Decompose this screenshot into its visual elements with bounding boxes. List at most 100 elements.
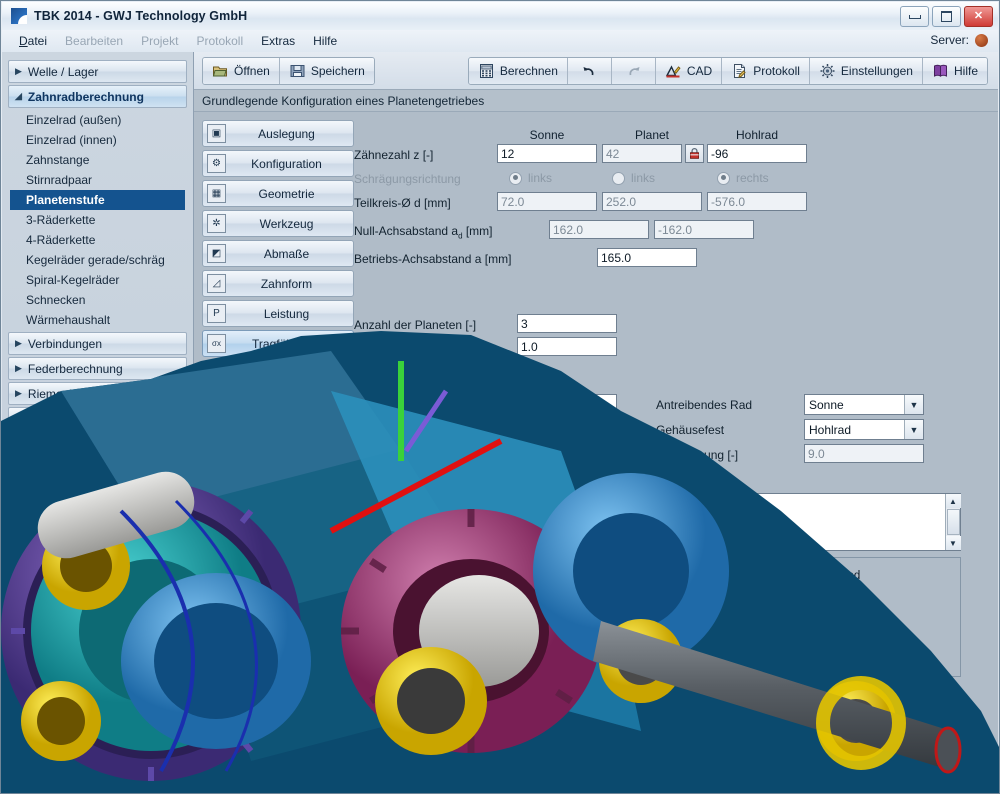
minimize-button[interactable] xyxy=(900,6,929,27)
fixed-member-label: Gehäusefest xyxy=(656,423,724,437)
results-integral-blitz-sonne-planet: 6.005 / 201.4 xyxy=(552,663,619,675)
helix-direction-hohlrad-radio[interactable]: rechts xyxy=(717,171,769,185)
geometry-grid-icon: ▦ xyxy=(207,184,226,203)
sidebar-item-zahnstange[interactable]: Zahnstange xyxy=(8,150,187,170)
sidebar-item-kegelraeder[interactable]: Kegelräder gerade/schräg xyxy=(8,250,187,270)
chevron-down-icon[interactable]: ▼ xyxy=(904,395,923,414)
menu-item-protokoll[interactable]: Protokoll xyxy=(187,32,252,50)
chevron-down-icon[interactable]: ▼ xyxy=(904,420,923,439)
maximize-button[interactable] xyxy=(932,6,961,27)
toolbar-group-actions: Berechnen xyxy=(468,57,988,85)
driving-wheel-value: Sonne xyxy=(809,398,844,412)
close-icon: ✕ xyxy=(974,11,983,22)
teeth-count-hohlrad-input[interactable]: -96 xyxy=(707,144,807,163)
tab-abmasse[interactable]: ◩ Abmaße xyxy=(202,240,354,267)
calculate-button[interactable]: Berechnen xyxy=(469,58,568,84)
chevron-right-icon: ▶ xyxy=(15,66,22,77)
help-button[interactable]: Hilfe xyxy=(923,58,987,84)
label-part: [°] xyxy=(445,423,460,437)
pitch-diameter-hohlrad-input[interactable]: -576.0 xyxy=(707,192,807,211)
window-controls: ✕ xyxy=(900,6,993,27)
scrollbar-thumb[interactable] xyxy=(947,509,960,535)
ratio-input[interactable]: 9.0 xyxy=(804,444,924,463)
sidebar-group-label: Welle / Lager xyxy=(28,65,98,79)
tab-konfiguration[interactable]: ⚙ Konfiguration xyxy=(202,150,354,177)
output-scrollbar[interactable]: ▲ ▼ xyxy=(945,494,960,550)
sidebar-group-welle-lager[interactable]: ▶ Welle / Lager xyxy=(8,60,187,83)
save-button[interactable]: Speichern xyxy=(280,58,374,84)
pitch-diameter-sonne-input[interactable]: 72.0 xyxy=(497,192,597,211)
sidebar-item-waermehaushalt[interactable]: Wärmehaushalt xyxy=(8,310,187,330)
protocol-button[interactable]: Protokoll xyxy=(722,58,810,84)
zero-center-distance-input-1[interactable]: 162.0 xyxy=(549,220,649,239)
sidebar-group-verbindungen[interactable]: ▶ Verbindungen xyxy=(8,332,187,355)
cad-button[interactable]: CAD xyxy=(656,58,722,84)
zero-center-distance-input-2[interactable]: -162.0 xyxy=(654,220,754,239)
tool-icon: ✲ xyxy=(207,214,226,233)
sidebar-item-planetenstufe[interactable]: Planetenstufe xyxy=(10,190,185,210)
tab-leistung[interactable]: P Leistung xyxy=(202,300,354,327)
output-listbox[interactable]: ▲ ▼ xyxy=(401,493,961,551)
teeth-count-lock-button[interactable] xyxy=(685,144,704,163)
radio-indicator-icon xyxy=(612,172,625,185)
close-button[interactable]: ✕ xyxy=(964,6,993,27)
menu-item-datei[interactable]: DDateiatei xyxy=(10,32,56,50)
sidebar-item-stirnradpaar[interactable]: Stirnradpaar xyxy=(8,170,187,190)
work-area: Öffnen Speichern xyxy=(194,52,998,793)
driving-wheel-select[interactable]: Sonne ▼ xyxy=(804,394,924,415)
helix-direction-label: Schrägungsrichtung xyxy=(354,172,461,186)
operating-center-distance-input[interactable]: 165.0 xyxy=(597,248,697,267)
undo-button[interactable] xyxy=(568,58,612,84)
menu-item-extras[interactable]: Extras xyxy=(252,32,304,50)
tab-geometrie[interactable]: ▦ Geometrie xyxy=(202,180,354,207)
maximize-icon xyxy=(941,11,952,22)
normal-module-input[interactable]: 6.0 xyxy=(517,394,617,413)
label-part: [mm] xyxy=(443,398,473,412)
tab-label: Abmaße xyxy=(226,247,353,261)
sidebar-item-4-raederkette[interactable]: 4-Räderkette xyxy=(8,230,187,250)
teeth-count-planet-input[interactable]: 42 xyxy=(602,144,682,163)
results-pairing-label: Sonne - Planet xyxy=(562,640,638,652)
helix-direction-sonne-radio[interactable]: links xyxy=(509,171,552,185)
tab-label: Auslegung xyxy=(226,127,353,141)
tab-tragfaehigkeit[interactable]: σx Tragfähigkeit xyxy=(202,330,354,357)
sidebar-item-schnecken[interactable]: Schnecken xyxy=(8,290,187,310)
pitch-diameter-planet-input[interactable]: 252.0 xyxy=(602,192,702,211)
sidebar-item-einzelrad-innen[interactable]: Einzelrad (innen) xyxy=(8,130,187,150)
radio-indicator-icon xyxy=(717,172,730,185)
sidebar-item-einzelrad-aussen[interactable]: Einzelrad (außen) xyxy=(8,110,187,130)
fixed-member-select[interactable]: Hohlrad ▼ xyxy=(804,419,924,440)
scroll-down-icon[interactable]: ▼ xyxy=(946,536,961,550)
sidebar-item-3-raederkette[interactable]: 3-Räderkette xyxy=(8,210,187,230)
helix-angle-input[interactable]: 0.0 xyxy=(517,444,617,463)
sidebar-item-spiral-kegelraeder[interactable]: Spiral-Kegelräder xyxy=(8,270,187,290)
results-epsilon-sonne-planet: 1.368 / 0.0 / 1.368 xyxy=(552,684,645,696)
tab-werkzeug[interactable]: ✲ Werkzeug xyxy=(202,210,354,237)
save-button-label: Speichern xyxy=(311,64,365,78)
planet-count-label: Anzahl der Planeten [-] xyxy=(354,318,476,332)
teeth-count-sonne-input[interactable]: 12 xyxy=(497,144,597,163)
helix-direction-planet-radio[interactable]: links xyxy=(612,171,655,185)
tab-label: Zahnform xyxy=(226,277,353,291)
tab-auslegung[interactable]: ▣ Auslegung xyxy=(202,120,354,147)
results-row-0-planet: 70.87 / 209.0 xyxy=(685,593,752,605)
pressure-angle-input[interactable]: 20.0 xyxy=(517,419,617,438)
menu-item-projekt[interactable]: Projekt xyxy=(132,32,187,50)
redo-button[interactable] xyxy=(612,58,656,84)
sidebar-group-kostenfreie-module[interactable]: ▶ Kostenfreie Module xyxy=(8,407,187,430)
min-distance-input[interactable]: 1.0 xyxy=(517,337,617,356)
title-bar: TBK 2014 - GWJ Technology GmbH ✕ xyxy=(2,2,998,30)
sidebar-group-federberechnung[interactable]: ▶ Federberechnung xyxy=(8,357,187,380)
menu-item-bearbeiten[interactable]: Bearbeiten xyxy=(56,32,132,50)
settings-button[interactable]: Einstellungen xyxy=(810,58,923,84)
tab-zahnform[interactable]: ◿ Zahnform xyxy=(202,270,354,297)
menu-item-hilfe[interactable]: Hilfe xyxy=(304,32,346,50)
open-folder-icon xyxy=(212,63,229,79)
column-header-sonne: Sonne xyxy=(497,128,597,142)
planet-count-input[interactable]: 3 xyxy=(517,314,617,333)
sidebar-group-zahnradberechnung[interactable]: ◢ Zahnradberechnung xyxy=(8,85,187,108)
scroll-up-icon[interactable]: ▲ xyxy=(946,494,961,508)
app-logo-icon xyxy=(11,8,27,24)
sidebar-group-riemenberechnung[interactable]: ▶ Riemenberechnung xyxy=(8,382,187,405)
open-button[interactable]: Öffnen xyxy=(203,58,280,84)
